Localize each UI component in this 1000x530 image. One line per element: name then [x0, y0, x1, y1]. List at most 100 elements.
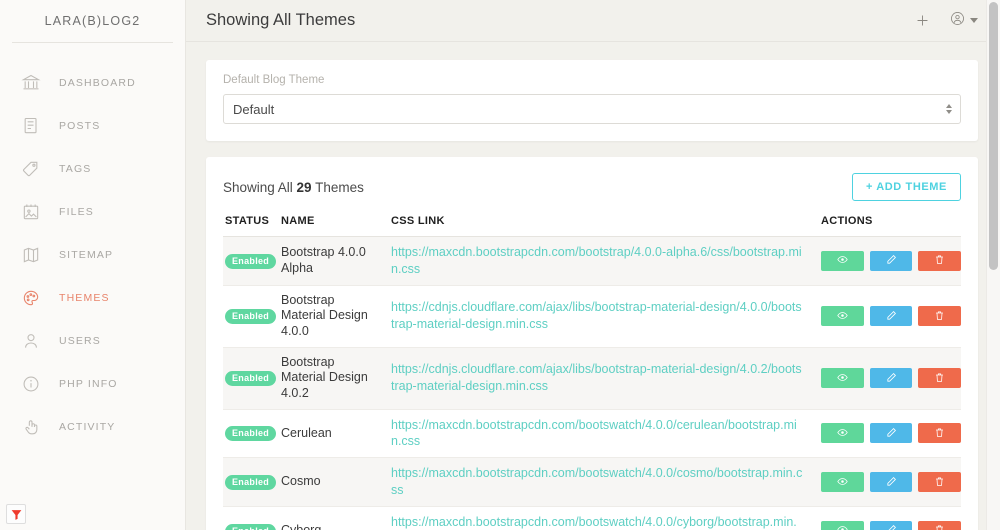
brand-title: LARA(B)LOG2: [0, 0, 185, 42]
css-link[interactable]: https://cdnjs.cloudflare.com/ajax/libs/b…: [391, 361, 803, 395]
showing-prefix: Showing All: [223, 180, 297, 195]
themes-table-body: EnabledBootstrap 4.0.0 Alphahttps://maxc…: [223, 237, 961, 530]
delete-theme-button[interactable]: [918, 423, 961, 443]
cell-actions: [811, 458, 961, 507]
sidebar-item-activity[interactable]: ACTIVITY: [0, 405, 185, 448]
css-link[interactable]: https://maxcdn.bootstrapcdn.com/bootswat…: [391, 465, 803, 499]
row-actions: [821, 306, 961, 326]
sidebar-item-label: ACTIVITY: [59, 421, 115, 433]
sidebar-item-label: TAGS: [59, 163, 91, 175]
view-theme-button[interactable]: [821, 521, 864, 530]
cell-name: Bootstrap Material Design 4.0.2: [281, 347, 381, 409]
edit-theme-button[interactable]: [870, 472, 913, 492]
delete-theme-button[interactable]: [918, 306, 961, 326]
cell-status: Enabled: [223, 507, 281, 530]
default-theme-card: Default Blog Theme Default: [206, 60, 978, 141]
eye-icon: [837, 426, 848, 441]
status-badge: Enabled: [225, 309, 276, 324]
status-badge: Enabled: [225, 524, 276, 530]
cell-status: Enabled: [223, 409, 281, 458]
cell-name: Bootstrap 4.0.0 Alpha: [281, 237, 381, 286]
edit-theme-button[interactable]: [870, 423, 913, 443]
column-header-actions: ACTIONS: [811, 215, 961, 237]
row-actions: [821, 521, 961, 530]
add-theme-button[interactable]: + ADD THEME: [852, 173, 961, 201]
themes-toolbar: Showing All 29 Themes + ADD THEME: [223, 173, 961, 201]
default-theme-label: Default Blog Theme: [223, 74, 961, 86]
page-title: Showing All Themes: [206, 11, 914, 30]
cell-status: Enabled: [223, 347, 281, 409]
cell-css-link: https://cdnjs.cloudflare.com/ajax/libs/b…: [381, 285, 811, 347]
cell-css-link: https://cdnjs.cloudflare.com/ajax/libs/b…: [381, 347, 811, 409]
cell-name: Cosmo: [281, 458, 381, 507]
cell-css-link: https://maxcdn.bootstrapcdn.com/bootstra…: [381, 237, 811, 286]
cell-actions: [811, 285, 961, 347]
sidebar-item-users[interactable]: USERS: [0, 319, 185, 362]
delete-theme-button[interactable]: [918, 521, 961, 530]
edit-theme-button[interactable]: [870, 306, 913, 326]
sidebar-item-themes[interactable]: THEMES: [0, 276, 185, 319]
vertical-scrollbar-track[interactable]: [986, 0, 1000, 530]
cell-actions: [811, 347, 961, 409]
css-link[interactable]: https://maxcdn.bootstrapcdn.com/bootswat…: [391, 417, 803, 451]
delete-theme-button[interactable]: [918, 368, 961, 388]
edit-theme-button[interactable]: [870, 521, 913, 530]
cell-status: Enabled: [223, 237, 281, 286]
sidebar-item-files[interactable]: FILES: [0, 190, 185, 233]
table-row: Enabled Cyborg https://maxcdn.bootstrapcdn…: [223, 507, 961, 530]
sidebar-item-label: DASHBOARD: [59, 77, 136, 89]
sidebar: LARA(B)LOG2 DASHBOARD POSTS: [0, 0, 186, 530]
palette-icon: [20, 287, 42, 309]
view-theme-button[interactable]: [821, 423, 864, 443]
pencil-icon: [886, 426, 897, 441]
pencil-icon: [886, 475, 897, 490]
trash-icon: [934, 426, 945, 441]
sidebar-item-label: USERS: [59, 335, 101, 347]
delete-theme-button[interactable]: [918, 472, 961, 492]
css-link[interactable]: https://maxcdn.bootstrapcdn.com/bootswat…: [391, 514, 803, 530]
devtools-badge[interactable]: [6, 504, 26, 524]
vertical-scrollbar-thumb[interactable]: [989, 2, 998, 270]
view-theme-button[interactable]: [821, 306, 864, 326]
default-theme-select-wrap: Default: [223, 94, 961, 124]
delete-theme-button[interactable]: [918, 251, 961, 271]
default-theme-select[interactable]: Default: [223, 94, 961, 124]
cell-name: Cyborg: [281, 507, 381, 530]
select-stepper-icon: [946, 104, 952, 114]
sidebar-item-posts[interactable]: POSTS: [0, 104, 185, 147]
sidebar-item-label: SITEMAP: [59, 249, 113, 261]
table-row: EnabledCeruleanhttps://maxcdn.bootstrapc…: [223, 409, 961, 458]
trash-icon: [934, 371, 945, 386]
column-header-name: NAME: [281, 215, 381, 237]
sidebar-item-tags[interactable]: TAGS: [0, 147, 185, 190]
status-badge: Enabled: [225, 426, 276, 441]
view-theme-button[interactable]: [821, 251, 864, 271]
image-icon: [20, 201, 42, 223]
css-link[interactable]: https://cdnjs.cloudflare.com/ajax/libs/b…: [391, 299, 803, 333]
trash-icon: [934, 309, 945, 324]
row-actions: [821, 251, 961, 271]
table-row: EnabledBootstrap Material Design 4.0.0ht…: [223, 285, 961, 347]
edit-theme-button[interactable]: [870, 251, 913, 271]
content: Default Blog Theme Default Showing All 2…: [186, 42, 1000, 530]
sidebar-item-dashboard[interactable]: DASHBOARD: [0, 61, 185, 104]
themes-count: 29: [297, 180, 312, 195]
topbar: Showing All Themes: [186, 0, 1000, 42]
plus-icon[interactable]: [914, 12, 931, 29]
view-theme-button[interactable]: [821, 368, 864, 388]
sidebar-item-sitemap[interactable]: SITEMAP: [0, 233, 185, 276]
row-actions: [821, 423, 961, 443]
cell-actions: [811, 507, 961, 530]
topbar-actions: [914, 10, 978, 32]
edit-theme-button[interactable]: [870, 368, 913, 388]
main-area: Showing All Themes: [186, 0, 1000, 530]
account-menu[interactable]: [949, 10, 978, 32]
themes-card: Showing All 29 Themes + ADD THEME STATUS…: [206, 157, 978, 530]
table-header-row: STATUS NAME CSS LINK ACTIONS: [223, 215, 961, 237]
themes-table: STATUS NAME CSS LINK ACTIONS EnabledBoot…: [223, 215, 961, 530]
table-row: EnabledBootstrap Material Design 4.0.2 ht…: [223, 347, 961, 409]
sidebar-item-label: PHP INFO: [59, 378, 118, 390]
css-link[interactable]: https://maxcdn.bootstrapcdn.com/bootstra…: [391, 244, 803, 278]
sidebar-item-php-info[interactable]: PHP INFO: [0, 362, 185, 405]
view-theme-button[interactable]: [821, 472, 864, 492]
